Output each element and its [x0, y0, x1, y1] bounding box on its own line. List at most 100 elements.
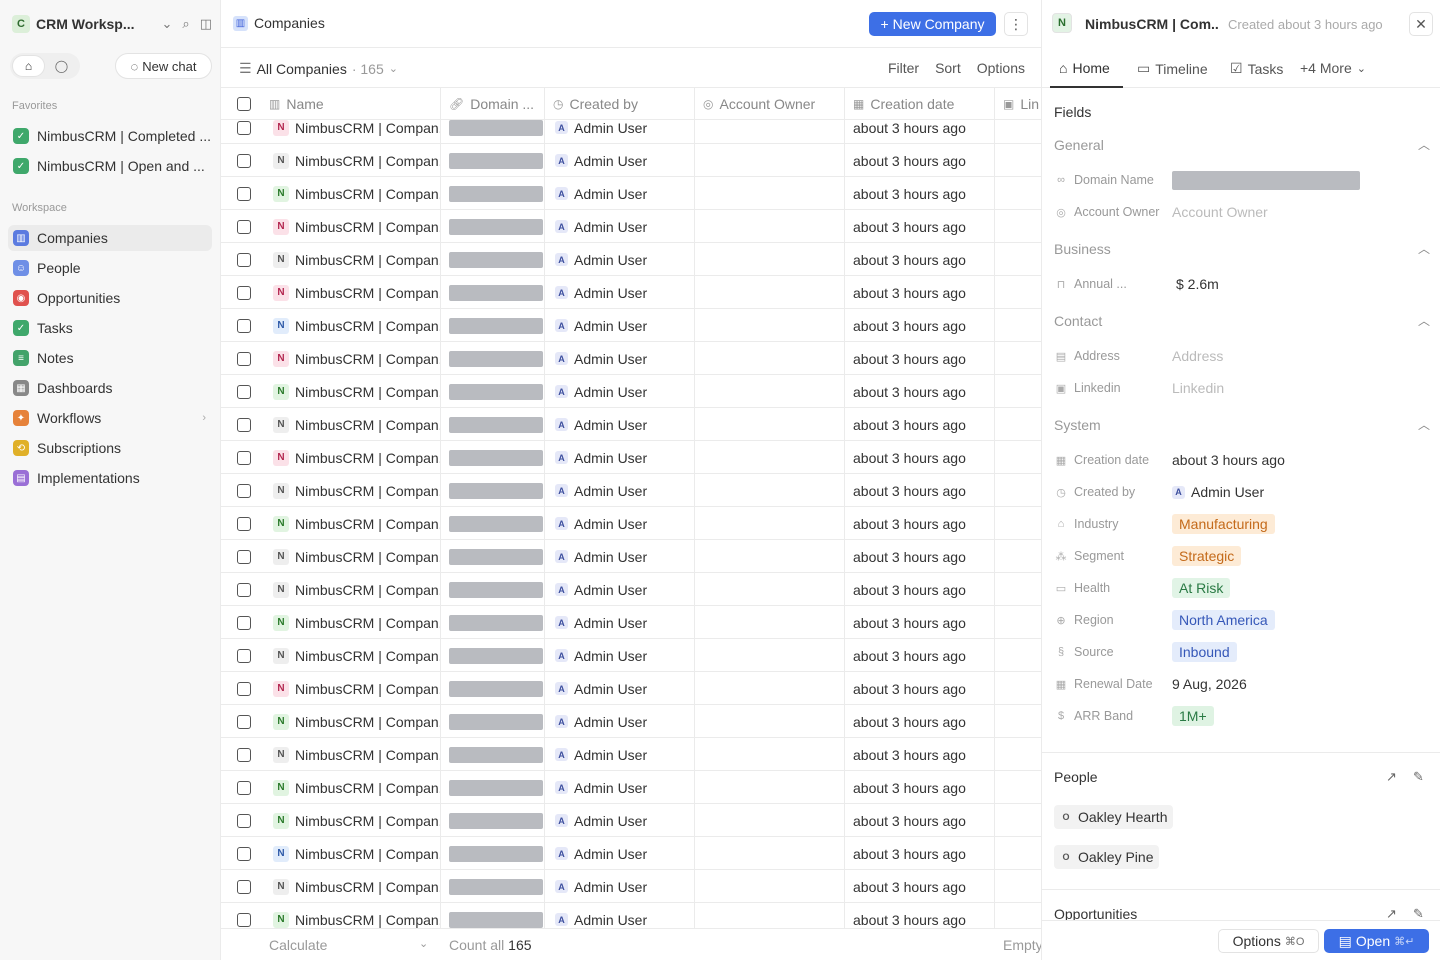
account-owner-cell[interactable] — [695, 309, 845, 342]
empty-aggregate[interactable]: Empty — [1003, 937, 1043, 953]
open-button[interactable]: ▤ Open ⌘↵ — [1324, 929, 1429, 953]
tab-timeline[interactable]: ▭ Timeline — [1137, 60, 1208, 77]
creation-date-cell[interactable]: about 3 hours ago — [845, 639, 995, 672]
domain-cell[interactable] — [441, 243, 545, 276]
table-row[interactable]: N NimbusCRM | Compan... A Admin User about 3… — [221, 540, 1041, 573]
linkedin-cell[interactable] — [995, 705, 1041, 738]
field-arr-band[interactable]: $ ARR Band 1M+ — [1054, 704, 1430, 728]
name-cell[interactable]: N NimbusCRM | Compan... — [261, 870, 441, 903]
created-by-cell[interactable]: A Admin User — [545, 276, 695, 309]
close-button[interactable]: ✕ — [1409, 12, 1433, 36]
name-cell[interactable]: N NimbusCRM | Compan... — [261, 342, 441, 375]
domain-cell[interactable] — [441, 276, 545, 309]
row-checkbox[interactable] — [237, 252, 251, 267]
name-cell[interactable]: N NimbusCRM | Compan... — [261, 672, 441, 705]
created-by-cell[interactable]: A Admin User — [545, 804, 695, 837]
linkedin-cell[interactable] — [995, 441, 1041, 474]
creation-date-cell[interactable]: about 3 hours ago — [845, 672, 995, 705]
account-owner-cell[interactable] — [695, 705, 845, 738]
domain-cell[interactable] — [441, 738, 545, 771]
account-owner-cell[interactable] — [695, 540, 845, 573]
field-linkedin[interactable]: ▣ Linkedin Linkedin — [1054, 376, 1430, 400]
name-cell[interactable]: N NimbusCRM | Compan... — [261, 639, 441, 672]
linkedin-cell[interactable] — [995, 474, 1041, 507]
home-icon[interactable]: ⌂ — [12, 55, 45, 77]
options-button[interactable]: Options — [977, 60, 1025, 76]
table-row[interactable]: N NimbusCRM | Compan... A Admin User about 3… — [221, 639, 1041, 672]
count-all[interactable]: Count all 165 — [449, 937, 532, 953]
row-checkbox[interactable] — [237, 582, 251, 597]
calculate-button[interactable]: Calculate — [269, 937, 327, 953]
creation-date-cell[interactable]: about 3 hours ago — [845, 474, 995, 507]
creation-date-cell[interactable]: about 3 hours ago — [845, 375, 995, 408]
sidebar-item-notes[interactable]: ≡ Notes — [8, 345, 212, 371]
row-checkbox[interactable] — [237, 450, 251, 465]
name-cell[interactable]: N NimbusCRM | Compan... — [261, 507, 441, 540]
person-chip[interactable]: O Oakley Hearth — [1054, 805, 1174, 829]
account-owner-cell[interactable] — [695, 837, 845, 870]
edit-pencil-icon[interactable]: ✎ — [1413, 769, 1424, 785]
account-owner-cell[interactable] — [695, 375, 845, 408]
created-by-cell[interactable]: A Admin User — [545, 507, 695, 540]
linkedin-cell[interactable] — [995, 507, 1041, 540]
name-cell[interactable]: N NimbusCRM | Compan... — [261, 738, 441, 771]
table-row[interactable]: N NimbusCRM | Compan... A Admin User about 3… — [221, 837, 1041, 870]
field-domain-name[interactable]: ∞ Domain Name — [1054, 168, 1430, 192]
linkedin-cell[interactable] — [995, 771, 1041, 804]
domain-cell[interactable] — [441, 120, 545, 144]
name-cell[interactable]: N NimbusCRM | Compan... — [261, 243, 441, 276]
table-row[interactable]: N NimbusCRM | Compan... A Admin User about 3… — [221, 507, 1041, 540]
domain-cell[interactable] — [441, 309, 545, 342]
name-cell[interactable]: N NimbusCRM | Compan... — [261, 837, 441, 870]
created-by-cell[interactable]: A Admin User — [545, 441, 695, 474]
account-owner-cell[interactable] — [695, 507, 845, 540]
column-header-creation-date[interactable]: ▦ Creation date — [845, 88, 995, 120]
created-by-cell[interactable]: A Admin User — [545, 144, 695, 177]
account-owner-cell[interactable] — [695, 672, 845, 705]
domain-cell[interactable] — [441, 474, 545, 507]
sidebar-item-workflows[interactable]: ✦ Workflows › — [8, 405, 212, 431]
creation-date-cell[interactable]: about 3 hours ago — [845, 903, 995, 928]
row-checkbox[interactable] — [237, 120, 251, 135]
created-by-cell[interactable]: A Admin User — [545, 672, 695, 705]
account-owner-cell[interactable] — [695, 474, 845, 507]
domain-cell[interactable] — [441, 408, 545, 441]
domain-cell[interactable] — [441, 606, 545, 639]
created-by-cell[interactable]: A Admin User — [545, 177, 695, 210]
expand-arrow-icon[interactable]: ↗ — [1386, 769, 1397, 785]
chevron-down-icon[interactable]: ⌄ — [162, 16, 173, 32]
column-header-created-by[interactable]: ◷ Created by — [545, 88, 695, 120]
created-by-cell[interactable]: A Admin User — [545, 120, 695, 144]
name-cell[interactable]: N NimbusCRM | Compan... — [261, 144, 441, 177]
sidebar-item-dashboards[interactable]: ▦ Dashboards — [8, 375, 212, 401]
name-cell[interactable]: N NimbusCRM | Compan... — [261, 804, 441, 837]
sidebar-item-companies[interactable]: ▥ Companies — [8, 225, 212, 251]
name-cell[interactable]: N NimbusCRM | Compan... — [261, 474, 441, 507]
created-by-cell[interactable]: A Admin User — [545, 639, 695, 672]
table-row[interactable]: N NimbusCRM | Compan... A Admin User about 3… — [221, 771, 1041, 804]
name-cell[interactable]: N NimbusCRM | Compan... — [261, 441, 441, 474]
field-region[interactable]: ⊕ Region North America — [1054, 608, 1430, 632]
field-source[interactable]: § Source Inbound — [1054, 640, 1430, 664]
field-segment[interactable]: ⁂ Segment Strategic — [1054, 544, 1430, 568]
table-row[interactable]: N NimbusCRM | Compan... A Admin User about 3… — [221, 243, 1041, 276]
row-checkbox[interactable] — [237, 219, 251, 234]
name-cell[interactable]: N NimbusCRM | Compan... — [261, 705, 441, 738]
account-owner-cell[interactable] — [695, 804, 845, 837]
group-business[interactable]: Business ︿ — [1054, 240, 1430, 257]
linkedin-cell[interactable] — [995, 309, 1041, 342]
row-checkbox[interactable] — [237, 747, 251, 762]
created-by-cell[interactable]: A Admin User — [545, 870, 695, 903]
column-header-linkedin[interactable]: ▣ Lin — [995, 88, 1041, 120]
table-row[interactable]: N NimbusCRM | Compan... A Admin User about 3… — [221, 375, 1041, 408]
creation-date-cell[interactable]: about 3 hours ago — [845, 606, 995, 639]
created-by-cell[interactable]: A Admin User — [545, 837, 695, 870]
account-owner-cell[interactable] — [695, 210, 845, 243]
creation-date-cell[interactable]: about 3 hours ago — [845, 573, 995, 606]
chevron-down-icon[interactable]: ⌄ — [419, 937, 428, 950]
creation-date-cell[interactable]: about 3 hours ago — [845, 243, 995, 276]
creation-date-cell[interactable]: about 3 hours ago — [845, 309, 995, 342]
domain-cell[interactable] — [441, 639, 545, 672]
linkedin-cell[interactable] — [995, 738, 1041, 771]
created-by-cell[interactable]: A Admin User — [545, 903, 695, 928]
